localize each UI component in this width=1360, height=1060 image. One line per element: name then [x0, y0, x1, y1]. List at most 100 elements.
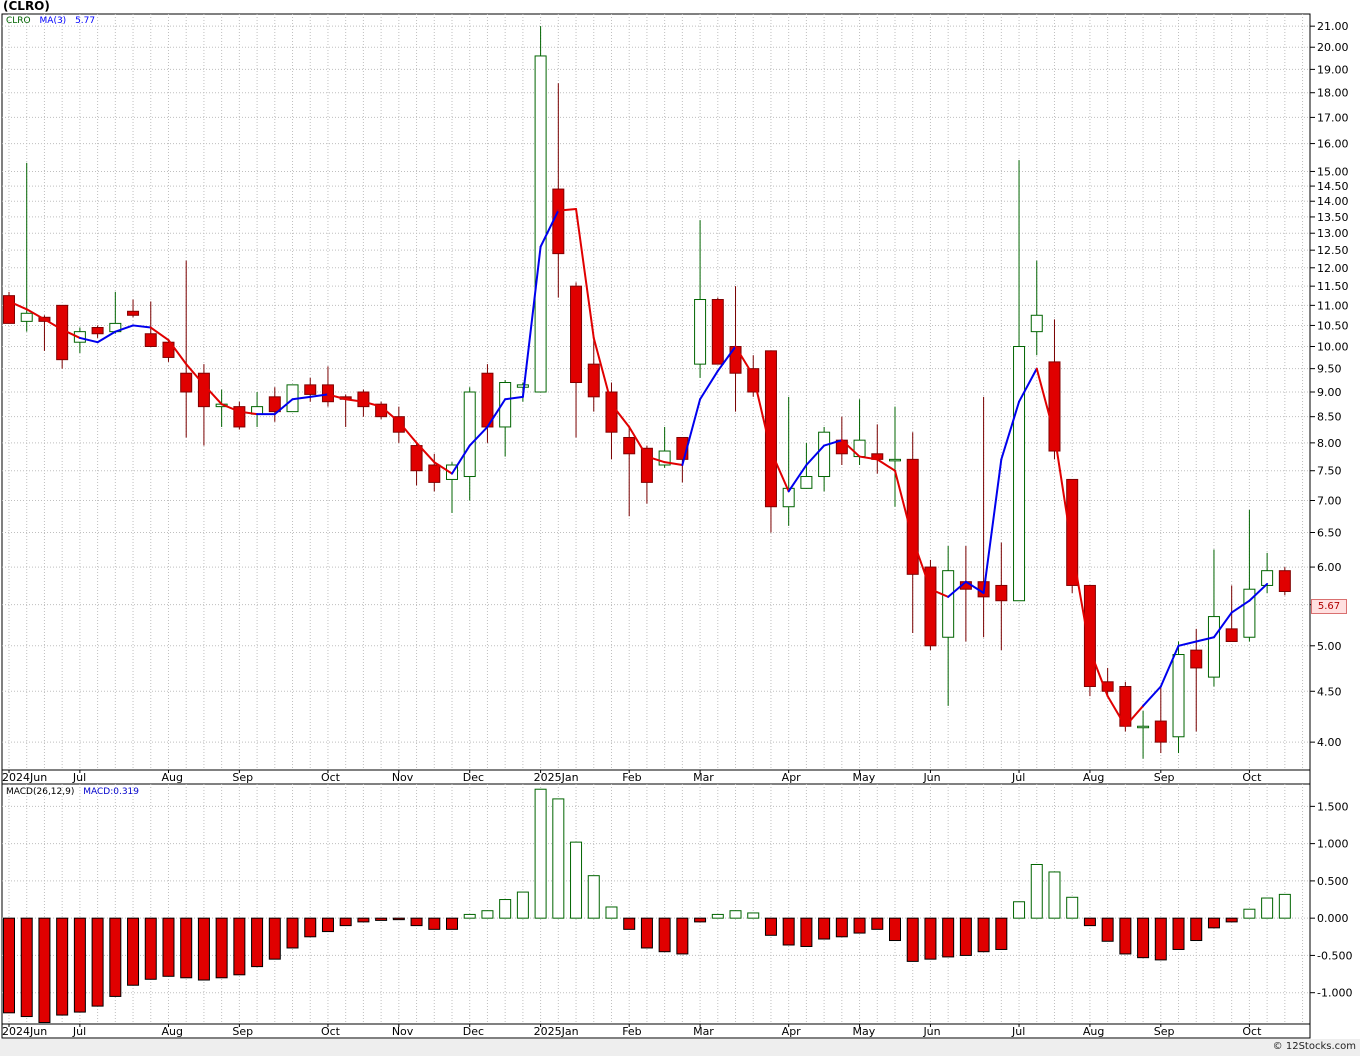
macd-x-tick-label: Nov — [392, 1025, 414, 1038]
macd-x-tick-label: Jun — [922, 1025, 940, 1038]
macd-bar — [516, 891, 529, 919]
price-y-tick-label: 12.00 — [1317, 262, 1349, 275]
macd-legend: MACD(26,12,9) MACD:0.319 — [6, 787, 139, 797]
candle-body — [20, 312, 33, 322]
macd-bar — [1066, 896, 1079, 919]
macd-bar — [286, 917, 299, 949]
macd-bar — [1278, 893, 1291, 919]
macd-bar — [924, 917, 937, 960]
candle-body — [180, 372, 193, 393]
price-x-tick-label: May — [853, 771, 876, 784]
candle-body — [1225, 628, 1238, 642]
price-y-tick-label: 13.00 — [1317, 227, 1349, 240]
macd-bar — [499, 899, 512, 919]
candle-body — [906, 458, 919, 575]
macd-bar — [321, 917, 334, 933]
candle-body — [640, 447, 653, 483]
price-y-tick-label: 10.00 — [1317, 341, 1349, 354]
macd-bar — [38, 917, 51, 1024]
macd-bar — [3, 917, 15, 1014]
macd-y-tick-label: 1.500 — [1317, 800, 1349, 813]
macd-bar — [428, 917, 441, 930]
price-y-tick-label: 11.00 — [1317, 299, 1349, 312]
macd-bar — [339, 917, 352, 927]
macd-bar — [959, 917, 972, 956]
price-x-tick-label: Feb — [622, 771, 641, 784]
legend-macd-params: MACD(26,12,9) — [6, 787, 75, 797]
price-x-tick-label: Oct — [1242, 771, 1262, 784]
macd-x-tick-label: Oct — [1242, 1025, 1262, 1038]
candle-body — [818, 431, 831, 478]
candle-body — [534, 55, 547, 393]
macd-bar — [180, 917, 193, 979]
candle-body — [1030, 314, 1043, 333]
macd-bar — [853, 917, 866, 934]
candle-body — [1083, 584, 1096, 688]
price-y-tick-label: 8.50 — [1317, 411, 1342, 424]
macd-bar — [1154, 917, 1167, 961]
chart-svg: 4.004.505.005.506.006.507.007.508.008.50… — [0, 0, 1360, 1056]
price-x-axis-strip — [1, 769, 1311, 785]
macd-bar — [676, 917, 689, 955]
candle-body — [995, 584, 1008, 602]
price-legend: CLRO MA(3) 5.77 — [6, 16, 95, 26]
candle-body — [3, 295, 15, 324]
macd-bar — [1243, 908, 1256, 919]
macd-bar — [640, 917, 653, 949]
chart-title: (CLRO) — [3, 0, 50, 13]
price-y-tick-label: 17.00 — [1317, 111, 1349, 124]
candle-body — [889, 458, 901, 462]
macd-bar — [410, 917, 423, 927]
price-y-tick-label: 13.50 — [1317, 211, 1349, 224]
macd-bar — [463, 913, 476, 919]
price-y-tick-label: 18.00 — [1317, 87, 1349, 100]
candle-body — [1172, 654, 1185, 738]
macd-bar — [1137, 917, 1150, 959]
price-y-tick-label: 9.00 — [1317, 386, 1342, 399]
macd-bar — [800, 917, 813, 947]
macd-bar — [251, 917, 264, 968]
macd-bar — [109, 917, 122, 997]
price-y-tick-label: 5.00 — [1317, 640, 1342, 653]
chart-container: 4.004.505.005.506.006.507.007.508.008.50… — [0, 0, 1360, 1060]
macd-y-tick-label: 0.000 — [1317, 912, 1349, 925]
price-y-tick-label: 21.00 — [1317, 20, 1349, 33]
macd-y-tick-label: -0.500 — [1317, 949, 1352, 962]
macd-x-tick-label: Aug — [161, 1025, 182, 1038]
candle-body — [144, 333, 157, 348]
legend-macd-value: MACD:0.319 — [83, 787, 140, 797]
macd-bar — [1048, 871, 1061, 919]
candle-body — [1278, 570, 1291, 592]
macd-x-axis-strip — [1, 1023, 1311, 1039]
macd-bar — [268, 917, 281, 960]
price-y-tick-label: 6.00 — [1317, 561, 1342, 574]
candle-body — [463, 391, 476, 478]
macd-bar — [446, 917, 458, 930]
macd-bar — [481, 910, 494, 919]
macd-bar — [162, 917, 175, 977]
macd-x-tick-label: Dec — [463, 1025, 484, 1038]
price-y-tick-label: 7.00 — [1317, 495, 1342, 508]
macd-x-tick-label: Aug — [1083, 1025, 1104, 1038]
macd-bar — [906, 917, 919, 962]
candle-body — [268, 396, 281, 413]
price-x-tick-label: Oct — [321, 771, 341, 784]
macd-bar — [605, 906, 618, 919]
macd-bar — [304, 917, 317, 938]
price-x-tick-label: Mar — [693, 771, 714, 784]
price-y-tick-label: 15.00 — [1317, 165, 1349, 178]
macd-bar — [144, 917, 157, 980]
price-x-tick-label: Aug — [1083, 771, 1104, 784]
macd-bar — [694, 917, 707, 923]
macd-bar — [623, 917, 636, 930]
macd-bar — [197, 917, 210, 981]
macd-x-tick-label: Jul — [1011, 1025, 1025, 1038]
macd-bar — [587, 875, 600, 919]
candle-body — [623, 436, 636, 455]
price-x-tick-label: Dec — [463, 771, 484, 784]
macd-bar — [91, 917, 104, 1007]
candle-body — [410, 445, 423, 472]
price-x-tick-label: Sep — [232, 771, 253, 784]
macd-bar — [1030, 863, 1043, 919]
macd-bar — [1083, 917, 1096, 927]
